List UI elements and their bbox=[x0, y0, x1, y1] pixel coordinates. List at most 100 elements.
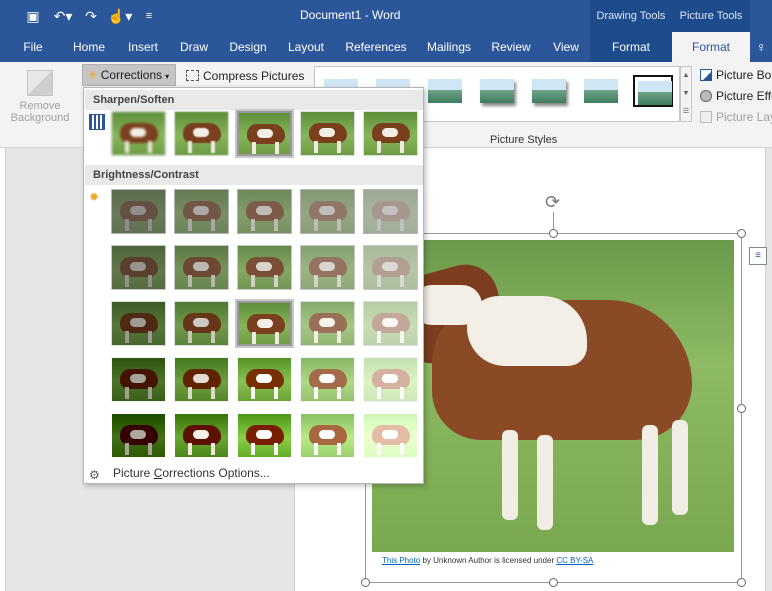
picture-corrections-options[interactable]: ⚙ Picture Corrections Options... bbox=[89, 464, 270, 482]
correction-thumb[interactable] bbox=[300, 111, 355, 156]
correction-thumb[interactable] bbox=[237, 111, 292, 156]
tab-draw[interactable]: Draw bbox=[174, 32, 214, 62]
picture-style-thumb-selected[interactable] bbox=[633, 75, 673, 107]
correction-thumb[interactable] bbox=[363, 357, 418, 402]
tab-mailings[interactable]: Mailings bbox=[420, 32, 478, 62]
picture-style-thumb[interactable] bbox=[581, 75, 621, 107]
resize-handle[interactable] bbox=[737, 578, 746, 587]
tab-view[interactable]: View bbox=[544, 32, 588, 62]
correction-thumb[interactable] bbox=[111, 245, 166, 290]
correction-thumb[interactable] bbox=[174, 111, 229, 156]
tab-layout[interactable]: Layout bbox=[282, 32, 330, 62]
rotate-icon[interactable]: ⟳ bbox=[545, 192, 560, 213]
remove-background-label: Remove Background bbox=[10, 100, 70, 124]
customize-icon[interactable]: ≡ bbox=[142, 6, 156, 26]
context-title-drawing-tools: Drawing Tools bbox=[590, 0, 672, 32]
horse-picture[interactable] bbox=[372, 240, 734, 552]
compress-icon bbox=[186, 70, 199, 81]
touch-mode-icon[interactable]: ☝▾ bbox=[106, 6, 134, 26]
correction-thumb[interactable] bbox=[300, 357, 355, 402]
tab-format-drawing[interactable]: Format bbox=[590, 32, 672, 62]
layout-options-icon[interactable]: ≡ bbox=[749, 247, 767, 265]
correction-thumb[interactable] bbox=[237, 357, 292, 402]
corrections-button[interactable]: ☀ Corrections ▾ bbox=[82, 64, 176, 86]
correction-thumb[interactable] bbox=[111, 189, 166, 234]
correction-thumb[interactable] bbox=[174, 357, 229, 402]
picture-style-thumb[interactable] bbox=[477, 75, 517, 107]
effects-icon bbox=[700, 90, 712, 102]
resize-handle[interactable] bbox=[737, 404, 746, 413]
redo-icon[interactable]: ↷ bbox=[82, 6, 100, 26]
compress-label: Compress Pictures bbox=[203, 69, 305, 83]
save-icon[interactable]: ▣ bbox=[24, 6, 42, 26]
correction-thumb[interactable] bbox=[174, 245, 229, 290]
correction-thumb[interactable] bbox=[174, 301, 229, 346]
horse-shape bbox=[642, 425, 658, 525]
gallery-more-icon[interactable]: ☰ bbox=[681, 103, 691, 121]
correction-thumb[interactable] bbox=[111, 111, 166, 156]
undo-icon[interactable]: ↶▾ bbox=[52, 6, 74, 26]
picture-effects-label: Picture Effects bbox=[716, 89, 772, 103]
resize-handle[interactable] bbox=[737, 229, 746, 238]
tab-design[interactable]: Design bbox=[224, 32, 272, 62]
correction-thumb[interactable] bbox=[363, 111, 418, 156]
picture-style-thumb[interactable] bbox=[425, 75, 465, 107]
correction-thumb[interactable] bbox=[300, 301, 355, 346]
tab-references[interactable]: References bbox=[340, 32, 412, 62]
picture-border-button[interactable]: Picture Border bbox=[700, 65, 772, 85]
gallery-scroll[interactable]: ▲ ▼ ☰ bbox=[680, 66, 692, 122]
correction-thumb[interactable] bbox=[363, 301, 418, 346]
correction-thumb[interactable] bbox=[237, 245, 292, 290]
sun-icon: ✹ bbox=[89, 190, 100, 204]
picture-style-thumb[interactable] bbox=[529, 75, 569, 107]
document-title: Document1 - Word bbox=[300, 8, 401, 22]
correction-thumb[interactable] bbox=[111, 413, 166, 458]
picture-layout-label: Picture Layout bbox=[716, 110, 772, 124]
lightbulb-icon[interactable]: ♀ bbox=[756, 39, 772, 55]
correction-thumb[interactable] bbox=[174, 413, 229, 458]
tab-insert[interactable]: Insert bbox=[122, 32, 164, 62]
photo-caption: This Photo by Unknown Author is licensed… bbox=[382, 556, 593, 565]
pencil-icon bbox=[700, 69, 712, 81]
horse-shape bbox=[502, 430, 518, 520]
resize-handle[interactable] bbox=[361, 578, 370, 587]
tab-file[interactable]: File bbox=[14, 32, 52, 62]
correction-thumb[interactable] bbox=[363, 413, 418, 458]
picture-layout-button[interactable]: Picture Layout bbox=[700, 107, 772, 127]
options-label-after: orrections Options... bbox=[162, 466, 270, 480]
layout-icon bbox=[700, 111, 712, 123]
compress-pictures-button[interactable]: Compress Pictures bbox=[186, 66, 304, 86]
correction-thumb[interactable] bbox=[300, 413, 355, 458]
correction-thumb[interactable] bbox=[237, 189, 292, 234]
correction-thumb[interactable] bbox=[111, 301, 166, 346]
correction-thumb[interactable] bbox=[363, 189, 418, 234]
correction-thumb[interactable] bbox=[237, 413, 292, 458]
horse-shape bbox=[537, 435, 553, 530]
tab-review[interactable]: Review bbox=[486, 32, 536, 62]
horse-shape bbox=[467, 296, 587, 366]
tab-home[interactable]: Home bbox=[68, 32, 110, 62]
corrections-label: Corrections bbox=[100, 68, 163, 82]
picture-effects-button[interactable]: Picture Effects bbox=[700, 86, 772, 106]
page-left-edge bbox=[0, 148, 6, 591]
remove-background-button[interactable]: Remove Background bbox=[6, 68, 74, 138]
resize-handle[interactable] bbox=[549, 229, 558, 238]
correction-thumb[interactable] bbox=[300, 189, 355, 234]
resize-handle[interactable] bbox=[549, 578, 558, 587]
scroll-up-icon[interactable]: ▲ bbox=[681, 67, 691, 85]
tab-format-picture[interactable]: Format bbox=[672, 32, 750, 62]
sharpen-icon bbox=[89, 114, 105, 130]
correction-thumb[interactable] bbox=[237, 301, 292, 346]
correction-thumb[interactable] bbox=[111, 357, 166, 402]
options-label-before: Picture bbox=[113, 466, 154, 480]
picture-border-label: Picture Border bbox=[716, 68, 772, 82]
caption-photo-link[interactable]: This Photo bbox=[382, 556, 420, 565]
picture-corrections-icon: ⚙ bbox=[89, 468, 100, 482]
caption-license-link[interactable]: CC BY-SA bbox=[556, 556, 593, 565]
correction-thumb[interactable] bbox=[300, 245, 355, 290]
caption-text: by Unknown Author is licensed under bbox=[420, 556, 557, 565]
scroll-down-icon[interactable]: ▼ bbox=[681, 85, 691, 103]
correction-thumb[interactable] bbox=[363, 245, 418, 290]
sun-icon: ☀ bbox=[87, 68, 98, 82]
correction-thumb[interactable] bbox=[174, 189, 229, 234]
